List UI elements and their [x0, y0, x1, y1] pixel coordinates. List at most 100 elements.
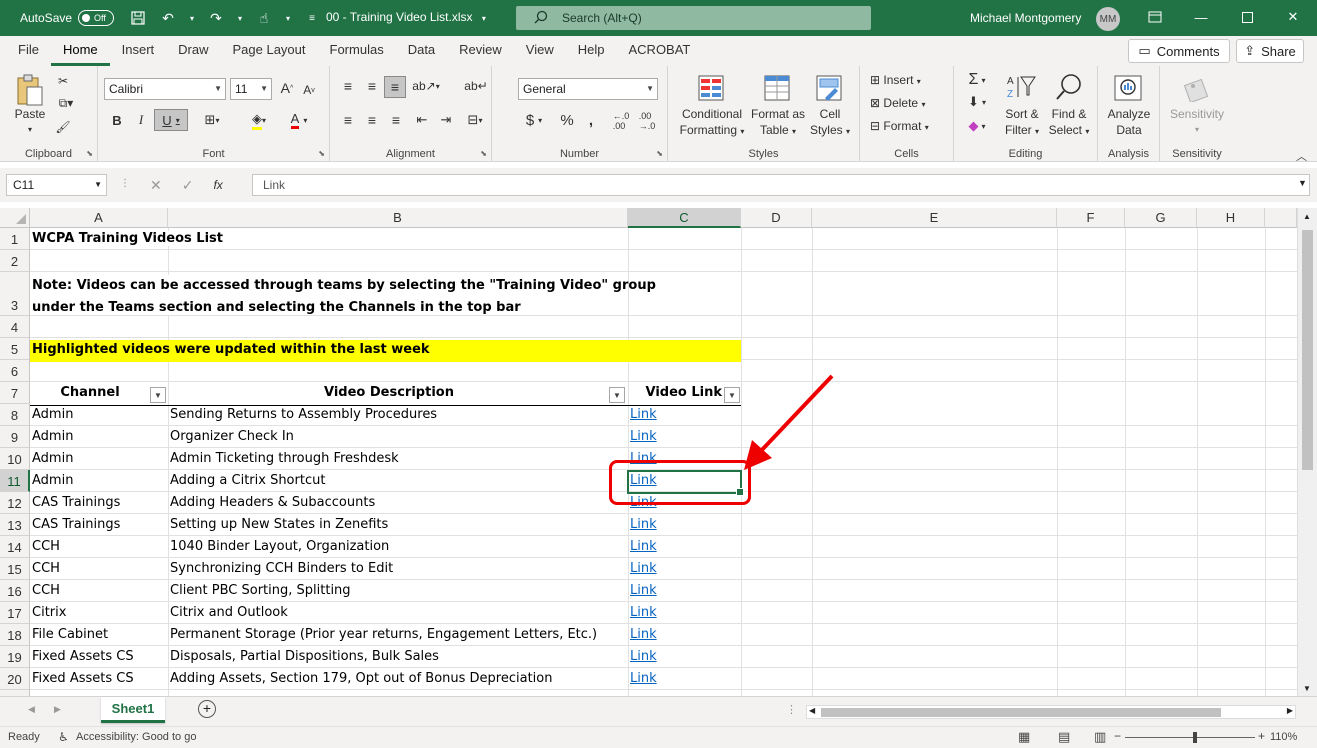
cell-description[interactable]: Permanent Storage (Prior year returns, E… [168, 627, 597, 642]
accessibility-status[interactable]: Accessibility: Good to go [76, 731, 196, 743]
row-header[interactable]: 14 [0, 536, 30, 558]
tab-formulas[interactable]: Formulas [318, 36, 396, 66]
increase-indent-icon[interactable]: ⇥ [436, 110, 456, 130]
cell-description[interactable]: Organizer Check In [168, 429, 294, 444]
conditional-formatting-icon[interactable] [696, 72, 726, 104]
decrease-decimal-icon[interactable]: .00 →.0 [636, 110, 658, 132]
cell-channel[interactable]: CAS Trainings [30, 517, 120, 532]
format-as-table-button[interactable]: Format as Table ▾ [750, 106, 806, 140]
cell-link[interactable]: Link [628, 517, 657, 532]
touch-dropdown-icon[interactable]: ▾ [284, 8, 292, 28]
italic-icon[interactable]: I [132, 110, 150, 130]
autosave-toggle[interactable]: Off [78, 10, 115, 26]
cell-link[interactable]: Link [628, 561, 657, 576]
page-layout-view-icon[interactable]: ▤ [1058, 729, 1070, 745]
tab-review[interactable]: Review [447, 36, 514, 66]
row-header[interactable]: 19 [0, 646, 30, 668]
cell-description[interactable]: Adding Headers & Subaccounts [168, 495, 375, 510]
worksheet-grid[interactable]: A B C D E F G H 1 2 3 4 5 6 7 8 9 10 11 … [0, 208, 1297, 696]
conditional-formatting-button[interactable]: Conditional Formatting ▾ [674, 106, 750, 140]
row-header[interactable]: 7 [0, 382, 30, 404]
prev-sheet-icon[interactable]: ◀ [28, 704, 35, 715]
font-size-select[interactable]: 11 ▼ [230, 78, 272, 100]
share-button[interactable]: ⇪ Share [1236, 39, 1304, 63]
zoom-in-icon[interactable]: + [1258, 729, 1265, 743]
undo-icon[interactable]: ↶ [158, 8, 178, 28]
row-header[interactable]: 10 [0, 448, 30, 470]
column-header-i[interactable] [1265, 208, 1297, 228]
comments-button[interactable]: ▭ Comments [1128, 39, 1230, 63]
column-header-b[interactable]: B [168, 208, 628, 228]
cell-channel[interactable]: Citrix [30, 605, 66, 620]
cell-description[interactable]: Citrix and Outlook [168, 605, 288, 620]
row-header[interactable]: 13 [0, 514, 30, 536]
clipboard-launcher-icon[interactable]: ⬊ [86, 149, 93, 158]
cell-description[interactable]: Synchronizing CCH Binders to Edit [168, 561, 393, 576]
enter-icon[interactable]: ✓ [182, 177, 194, 194]
analyze-data-button[interactable]: Analyze Data [1102, 106, 1156, 138]
find-select-button[interactable]: Find & Select ▾ [1044, 106, 1094, 140]
row-header[interactable]: 8 [0, 404, 30, 426]
scroll-up-icon[interactable]: ▲ [1303, 212, 1311, 221]
scroll-down-icon[interactable]: ▼ [1303, 684, 1311, 693]
row-header[interactable]: 12 [0, 492, 30, 514]
paste-button[interactable]: Paste [12, 106, 48, 122]
cell-channel[interactable]: Admin [30, 407, 73, 422]
cell-channel[interactable]: Fixed Assets CS [30, 649, 134, 664]
zoom-slider-thumb[interactable] [1193, 732, 1197, 743]
cell-channel[interactable]: Admin [30, 473, 73, 488]
row-header[interactable]: 4 [0, 316, 30, 338]
cell-description[interactable]: Admin Ticketing through Freshdesk [168, 451, 399, 466]
tab-data[interactable]: Data [396, 36, 447, 66]
row-header[interactable]: 6 [0, 360, 30, 382]
sheet-tab-sheet1[interactable]: Sheet1 [101, 697, 165, 723]
zoom-level[interactable]: 110% [1270, 731, 1297, 743]
font-name-select[interactable]: Calibri ▼ [104, 78, 226, 100]
sensitivity-icon[interactable] [1182, 72, 1212, 104]
formula-bar-splitter-icon[interactable]: ⋮ [120, 178, 130, 189]
sort-filter-icon[interactable]: AZ [1004, 72, 1038, 102]
row-header[interactable]: 3 [0, 272, 30, 316]
cell-description[interactable]: Adding a Citrix Shortcut [168, 473, 325, 488]
number-format-select[interactable]: General ▼ [518, 78, 658, 100]
avatar[interactable]: MM [1096, 7, 1120, 31]
cell-link[interactable]: Link [628, 649, 657, 664]
header-link[interactable]: Video Link [628, 385, 724, 400]
bottom-align-icon[interactable]: ≡ [384, 76, 406, 98]
clear-icon[interactable]: ◆ ▾ [962, 116, 992, 136]
tab-acrobat[interactable]: ACROBAT [617, 36, 703, 66]
touch-mode-icon[interactable]: ☝ [254, 8, 274, 28]
font-launcher-icon[interactable]: ⬊ [318, 149, 325, 158]
column-header-a[interactable]: A [30, 208, 168, 228]
redo-dropdown-icon[interactable]: ▾ [236, 8, 244, 28]
row-header[interactable]: 5 [0, 338, 30, 360]
increase-decimal-icon[interactable]: ←.0.00 [610, 110, 632, 132]
cell-link[interactable]: Link [628, 671, 657, 686]
header-channel[interactable]: Channel [30, 385, 150, 400]
copy-icon[interactable]: ⧉▾ [54, 94, 78, 112]
row-header[interactable]: 20 [0, 668, 30, 690]
normal-view-icon[interactable]: ▦ [1018, 729, 1030, 745]
vertical-scroll-thumb[interactable] [1302, 230, 1313, 470]
tab-home[interactable]: Home [50, 36, 110, 66]
autosum-icon[interactable]: Σ ▾ [962, 70, 992, 90]
undo-dropdown-icon[interactable]: ▾ [188, 8, 196, 28]
tab-view[interactable]: View [514, 36, 566, 66]
user-name[interactable]: Michael Montgomery [970, 11, 1081, 25]
number-launcher-icon[interactable]: ⬊ [656, 149, 663, 158]
cell-link[interactable]: Link [628, 605, 657, 620]
horizontal-scroll-thumb[interactable] [821, 708, 1221, 717]
row-header[interactable]: 17 [0, 602, 30, 624]
select-all-button[interactable] [0, 208, 30, 228]
insert-cells-button[interactable]: ⊞ Insert ▾ [870, 72, 950, 90]
close-icon[interactable]: ✕ [1284, 8, 1302, 26]
fill-icon[interactable]: ⬇ ▾ [962, 92, 992, 112]
filter-dropdown-icon[interactable]: ▼ [609, 387, 625, 403]
next-sheet-icon[interactable]: ▶ [54, 704, 61, 715]
tab-splitter-icon[interactable]: ⋮ [786, 703, 797, 716]
cell-channel[interactable]: Admin [30, 429, 73, 444]
document-title[interactable]: 00 - Training Video List.xlsx ▾ [326, 10, 486, 24]
scroll-left-icon[interactable]: ◀ [809, 706, 815, 715]
highlight-note[interactable]: Highlighted videos were updated within t… [30, 342, 430, 357]
cell-channel[interactable]: Admin [30, 451, 73, 466]
